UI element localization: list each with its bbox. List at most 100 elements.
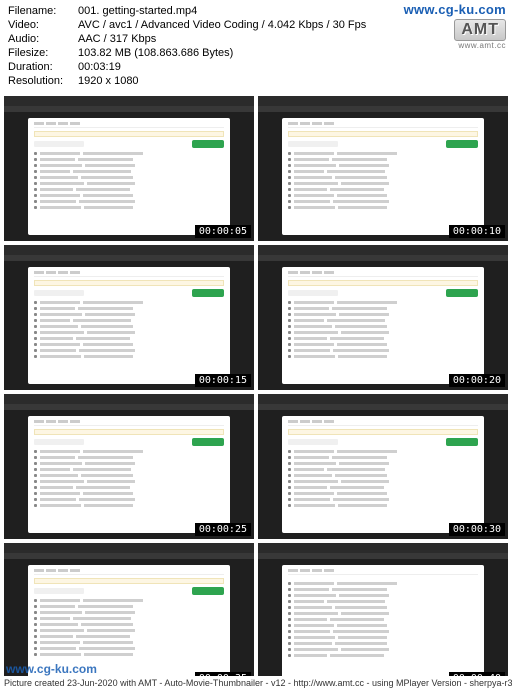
list-item	[288, 473, 478, 478]
list-item	[288, 187, 478, 192]
list-item	[288, 163, 478, 168]
list-item	[34, 604, 224, 609]
list-item	[288, 641, 478, 646]
browser-tabbar	[258, 404, 508, 410]
list-item	[34, 634, 224, 639]
list-item	[34, 306, 224, 311]
list-item	[34, 491, 224, 496]
list-item	[288, 342, 478, 347]
notice-banner	[34, 280, 224, 286]
list-item	[288, 312, 478, 317]
browser-titlebar	[4, 543, 254, 553]
footer-credits: Picture created 23-Jun-2020 with AMT - A…	[0, 676, 512, 690]
new-button	[192, 140, 224, 148]
list-item	[288, 503, 478, 508]
list-item	[288, 497, 478, 502]
list-item	[288, 306, 478, 311]
repo-toolbar	[34, 587, 224, 595]
page-body	[28, 416, 230, 533]
timestamp-badge: 00:00:10	[449, 225, 505, 238]
meta-duration-row: Duration: 00:03:19	[8, 60, 504, 74]
repo-toolbar	[288, 140, 478, 148]
new-button	[192, 587, 224, 595]
meta-resolution-row: Resolution: 1920 x 1080	[8, 74, 504, 88]
browser-tabbar	[4, 255, 254, 261]
notice-banner	[34, 578, 224, 584]
list-item	[34, 640, 224, 645]
page-body	[282, 416, 484, 533]
list-item	[288, 354, 478, 359]
new-button	[446, 140, 478, 148]
list-item	[34, 157, 224, 162]
browser-titlebar	[4, 245, 254, 255]
browser-titlebar	[4, 96, 254, 106]
list-item	[288, 623, 478, 628]
list-item	[288, 449, 478, 454]
list-item	[34, 622, 224, 627]
browser-titlebar	[258, 245, 508, 255]
thumbnail-8: 00:00:40	[258, 543, 508, 688]
meta-video-value: AVC / avc1 / Advanced Video Coding / 4.0…	[78, 18, 366, 32]
new-button	[446, 438, 478, 446]
repo-list	[288, 449, 478, 508]
browser-tabbar	[4, 404, 254, 410]
repo-toolbar	[288, 289, 478, 297]
list-item	[288, 348, 478, 353]
logo-area: www.cg-ku.com AMT www.amt.cc	[404, 2, 506, 50]
new-button	[192, 289, 224, 297]
search-input	[34, 141, 84, 147]
repo-list	[34, 300, 224, 359]
list-item	[34, 652, 224, 657]
thumbnail-4: 00:00:20	[258, 245, 508, 390]
page-nav	[288, 569, 478, 575]
timestamp-badge: 00:00:25	[195, 523, 251, 536]
page-nav	[34, 569, 224, 575]
list-item	[34, 318, 224, 323]
page-nav	[34, 271, 224, 277]
meta-duration-value: 00:03:19	[78, 60, 121, 74]
metadata-header: Filename: 001. getting-started.mp4 Video…	[0, 0, 512, 96]
search-input	[288, 290, 338, 296]
meta-duration-label: Duration:	[8, 60, 78, 74]
list-item	[34, 181, 224, 186]
page-nav	[34, 420, 224, 426]
list-item	[288, 605, 478, 610]
page-nav	[288, 122, 478, 128]
list-item	[34, 348, 224, 353]
thumbnail-grid: 00:00:05 00:00:10	[0, 96, 512, 688]
repo-list	[288, 300, 478, 359]
new-button	[446, 289, 478, 297]
search-input	[34, 439, 84, 445]
search-input	[34, 588, 84, 594]
thumbnail-2: 00:00:10	[258, 96, 508, 241]
list-item	[34, 163, 224, 168]
list-item	[288, 461, 478, 466]
meta-resolution-label: Resolution:	[8, 74, 78, 88]
list-item	[288, 467, 478, 472]
browser-titlebar	[258, 394, 508, 404]
list-item	[288, 491, 478, 496]
list-item	[34, 312, 224, 317]
list-item	[288, 581, 478, 586]
list-item	[288, 330, 478, 335]
list-item	[288, 599, 478, 604]
list-item	[34, 485, 224, 490]
browser-tabbar	[258, 106, 508, 112]
list-item	[34, 628, 224, 633]
amt-logo-box: AMT	[454, 19, 506, 41]
list-item	[34, 187, 224, 192]
amt-logo-text: AMT	[461, 21, 499, 39]
browser-titlebar	[258, 543, 508, 553]
list-item	[288, 647, 478, 652]
list-item	[288, 175, 478, 180]
meta-video-label: Video:	[8, 18, 78, 32]
notice-banner	[288, 131, 478, 137]
timestamp-badge: 00:00:05	[195, 225, 251, 238]
thumbnail-6: 00:00:30	[258, 394, 508, 539]
list-item	[34, 449, 224, 454]
repo-toolbar	[34, 438, 224, 446]
notice-banner	[34, 131, 224, 137]
list-item	[34, 199, 224, 204]
list-item	[34, 479, 224, 484]
thumbnail-3: 00:00:15	[4, 245, 254, 390]
